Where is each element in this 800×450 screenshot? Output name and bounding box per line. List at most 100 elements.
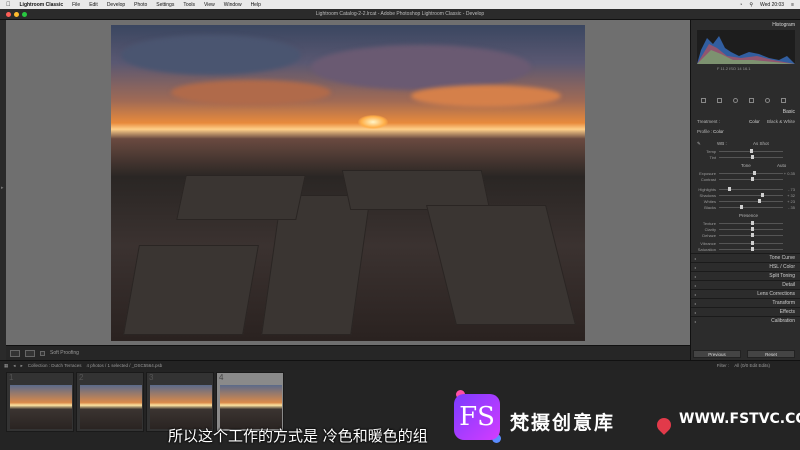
apple-icon[interactable]:  [6,2,11,8]
red-eye-icon[interactable] [733,97,738,103]
histogram-header[interactable]: Histogram [772,22,795,28]
video-subtitle: 所以这个工作的方式是 冷色和暖色的组 [168,427,428,445]
highlights-value[interactable]: - 73 [783,187,795,192]
menu-photo[interactable]: Photo [134,2,147,8]
highlights-label: Highlights [698,186,716,192]
blacks-slider-row[interactable]: Blacks - 35 [697,204,795,210]
section-detail[interactable]: ◂ Detail [691,280,800,289]
menu-develop[interactable]: Develop [107,2,125,8]
treatment-bw-option[interactable]: Black & White [767,119,795,124]
exposure-value[interactable]: + 0.35 [783,171,795,176]
contrast-slider[interactable] [719,177,783,181]
menu-list-icon[interactable]: ≡ [791,2,794,8]
previous-button[interactable]: Previous [693,350,741,358]
search-icon[interactable]: ⚲ [749,2,753,8]
section-transform[interactable]: ◂ Transform [691,298,800,307]
section-label: Tone Curve [769,255,795,261]
mud-slab [341,170,491,210]
texture-label: Texture [702,220,716,226]
basic-header[interactable]: Basic [783,109,795,115]
grid-view-icon[interactable]: ▦ [4,363,8,369]
soft-proofing-checkbox[interactable] [40,350,45,356]
clarity-slider[interactable] [719,227,783,231]
expand-icon: ◂ [694,282,697,288]
dehaze-slider[interactable] [719,233,783,237]
blacks-slider[interactable] [719,205,783,209]
filmstrip-thumb-selected[interactable]: 4 [216,372,284,432]
main-photo[interactable] [111,25,585,341]
filter-select[interactable]: All (0/0 Edit Edits) [734,363,800,368]
vibrance-slider[interactable] [719,241,783,245]
sky-cloud [311,45,531,90]
dehaze-slider-row[interactable]: Dehaze [697,232,795,238]
dehaze-label: Dehaze [702,232,716,238]
menu-window[interactable]: Window [224,2,242,8]
filmstrip-thumb[interactable]: 3 [146,372,214,432]
saturation-slider-row[interactable]: Saturation [697,246,795,252]
close-window-icon[interactable] [6,12,11,17]
tone-auto-button[interactable]: Auto [777,163,786,168]
menu-help[interactable]: Help [251,2,261,8]
section-label: Split Toning [769,273,795,279]
menu-app-name[interactable]: Lightroom Classic [20,2,64,8]
radial-filter-icon[interactable] [765,97,770,103]
treatment-label: Treatment : [697,119,720,124]
shadows-value[interactable]: + 32 [783,193,795,198]
tint-slider-row[interactable]: Tint [697,154,795,160]
section-effects[interactable]: ◂ Effects [691,307,800,316]
graduated-filter-icon[interactable] [749,97,754,103]
section-split-toning[interactable]: ◂ Split Toning [691,271,800,280]
menu-file[interactable]: File [72,2,80,8]
saturation-slider[interactable] [719,247,783,251]
spot-removal-icon[interactable] [717,97,722,103]
exposure-slider[interactable] [719,171,783,175]
section-lens-corrections[interactable]: ◂ Lens Corrections [691,289,800,298]
crop-tool-icon[interactable] [701,97,706,103]
section-calibration[interactable]: ◂ Calibration [691,316,800,325]
filmstrip-collection[interactable]: Collection : Dutch Terraces [28,363,82,368]
blacks-value[interactable]: - 35 [783,205,795,210]
texture-slider[interactable] [719,221,783,225]
zoom-window-icon[interactable] [22,12,27,17]
section-tone-curve[interactable]: ◂ Tone Curve [691,253,800,262]
section-hsl-color[interactable]: ◂ HSL / Color [691,262,800,271]
adjustment-brush-icon[interactable] [781,97,786,103]
temp-slider[interactable] [719,149,783,153]
section-label: Effects [779,309,795,315]
contrast-slider-row[interactable]: Contrast [697,176,795,182]
treatment-color-option[interactable]: Color [749,119,760,124]
watermark: FS 梵摄创意库 WWW.FSTVC.CC [454,390,800,446]
minimize-window-icon[interactable] [14,12,19,17]
profile-select[interactable]: Color [713,129,724,134]
reset-button[interactable]: Reset [747,350,795,358]
filmstrip-count[interactable]: 4 photos / 1 selected / _DSC5564.psb [87,363,163,368]
filmstrip-thumb[interactable]: 2 [76,372,144,432]
loupe-view-button[interactable] [10,349,20,357]
nav-forward-icon[interactable]: ▸ [21,363,23,369]
expand-icon: ◂ [694,300,697,306]
tint-slider[interactable] [719,155,783,159]
histogram[interactable] [697,30,795,64]
menu-tools[interactable]: Tools [183,2,195,8]
tint-label: Tint [709,154,716,160]
filmstrip-thumb[interactable]: 1 [6,372,74,432]
wb-label: WB : [717,141,727,146]
shadows-slider[interactable] [719,193,783,197]
whites-value[interactable]: + 23 [783,199,795,204]
wb-eyedropper-icon[interactable]: ✎ [697,141,701,147]
wifi-icon[interactable]: ◔ [739,2,742,8]
menu-clock[interactable]: Wed 20:03 [760,2,784,8]
window-title: Lightroom Catalog-2-2.lrcat - Adobe Phot… [315,11,485,17]
develop-canvas[interactable] [6,20,690,345]
menu-edit[interactable]: Edit [89,2,98,8]
thumb-number: 3 [149,373,154,382]
menu-view[interactable]: View [204,2,215,8]
expand-icon: ◂ [694,309,697,315]
whites-slider[interactable] [719,199,783,203]
before-after-button[interactable] [25,349,35,357]
menu-settings[interactable]: Settings [156,2,174,8]
wb-select[interactable]: As Shot [753,141,769,146]
nav-back-icon[interactable]: ◂ [13,363,15,369]
highlights-slider[interactable] [719,187,783,191]
exposure-label: Exposure [699,170,716,176]
